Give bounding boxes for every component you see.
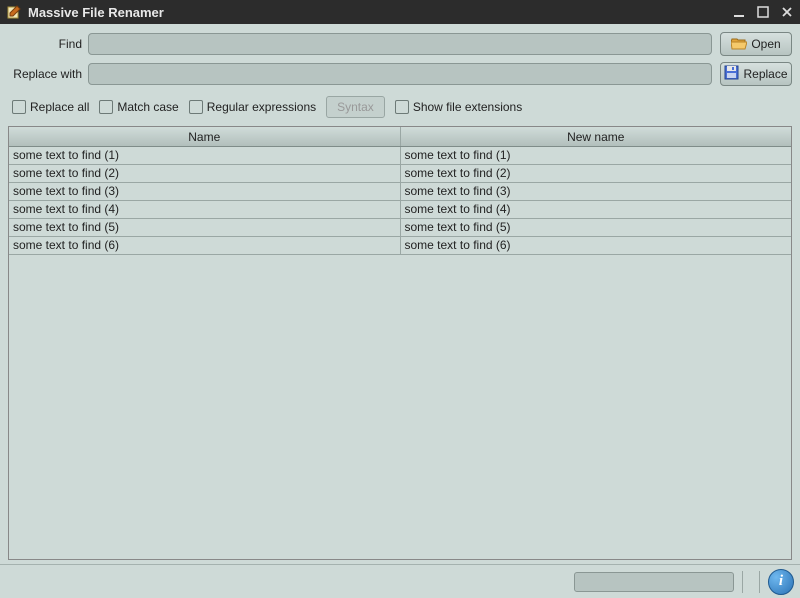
maximize-button[interactable]	[756, 5, 770, 19]
checkbox-icon	[395, 100, 409, 114]
app-window: Massive File Renamer Find	[0, 0, 800, 598]
find-input[interactable]	[88, 33, 712, 55]
replace-button[interactable]: Replace	[720, 62, 792, 86]
info-icon: i	[779, 573, 783, 590]
cell-new-name: some text to find (3)	[401, 183, 792, 200]
cell-name: some text to find (2)	[9, 165, 401, 182]
table-row[interactable]: some text to find (6)some text to find (…	[9, 237, 791, 255]
open-button-label: Open	[751, 37, 780, 51]
table-row[interactable]: some text to find (1)some text to find (…	[9, 147, 791, 165]
show-ext-label: Show file extensions	[413, 100, 522, 114]
table-row[interactable]: some text to find (5)some text to find (…	[9, 219, 791, 237]
table-body: some text to find (1)some text to find (…	[9, 147, 791, 559]
cell-new-name: some text to find (5)	[401, 219, 792, 236]
replace-all-checkbox[interactable]: Replace all	[12, 100, 89, 114]
match-case-label: Match case	[117, 100, 178, 114]
col-header-name[interactable]: Name	[9, 127, 401, 146]
save-icon	[724, 65, 739, 83]
syntax-button[interactable]: Syntax	[326, 96, 385, 118]
match-case-checkbox[interactable]: Match case	[99, 100, 178, 114]
table-row[interactable]: some text to find (2)some text to find (…	[9, 165, 791, 183]
window-controls	[732, 5, 794, 19]
regex-label: Regular expressions	[207, 100, 316, 114]
regex-checkbox[interactable]: Regular expressions	[189, 100, 316, 114]
app-icon	[6, 4, 22, 20]
separator	[759, 571, 760, 593]
cell-name: some text to find (3)	[9, 183, 401, 200]
cell-new-name: some text to find (6)	[401, 237, 792, 254]
checkbox-icon	[189, 100, 203, 114]
cell-name: some text to find (4)	[9, 201, 401, 218]
find-row: Find Open	[8, 32, 792, 56]
replace-label: Replace with	[8, 67, 88, 81]
minimize-button[interactable]	[732, 5, 746, 19]
separator	[742, 571, 743, 593]
checkbox-icon	[99, 100, 113, 114]
file-table: Name New name some text to find (1)some …	[8, 126, 792, 560]
replace-button-label: Replace	[743, 67, 787, 81]
table-row[interactable]: some text to find (3)some text to find (…	[9, 183, 791, 201]
cell-name: some text to find (5)	[9, 219, 401, 236]
replace-input[interactable]	[88, 63, 712, 85]
cell-new-name: some text to find (2)	[401, 165, 792, 182]
cell-new-name: some text to find (4)	[401, 201, 792, 218]
table-header: Name New name	[9, 127, 791, 147]
col-header-new-name[interactable]: New name	[401, 127, 792, 146]
show-ext-checkbox[interactable]: Show file extensions	[395, 100, 522, 114]
titlebar: Massive File Renamer	[0, 0, 800, 24]
replace-all-label: Replace all	[30, 100, 89, 114]
statusbar: i	[0, 564, 800, 598]
checkbox-icon	[12, 100, 26, 114]
table-row[interactable]: some text to find (4)some text to find (…	[9, 201, 791, 219]
client-area: Find Open Replace with	[0, 24, 800, 564]
options-row: Replace all Match case Regular expressio…	[12, 96, 792, 118]
close-button[interactable]	[780, 5, 794, 19]
cell-new-name: some text to find (1)	[401, 147, 792, 164]
about-button[interactable]: i	[768, 569, 794, 595]
find-label: Find	[8, 37, 88, 51]
folder-open-icon	[731, 36, 747, 53]
window-title: Massive File Renamer	[28, 5, 732, 20]
cell-name: some text to find (6)	[9, 237, 401, 254]
cell-name: some text to find (1)	[9, 147, 401, 164]
status-field	[574, 572, 734, 592]
open-button[interactable]: Open	[720, 32, 792, 56]
replace-row: Replace with Replace	[8, 62, 792, 86]
